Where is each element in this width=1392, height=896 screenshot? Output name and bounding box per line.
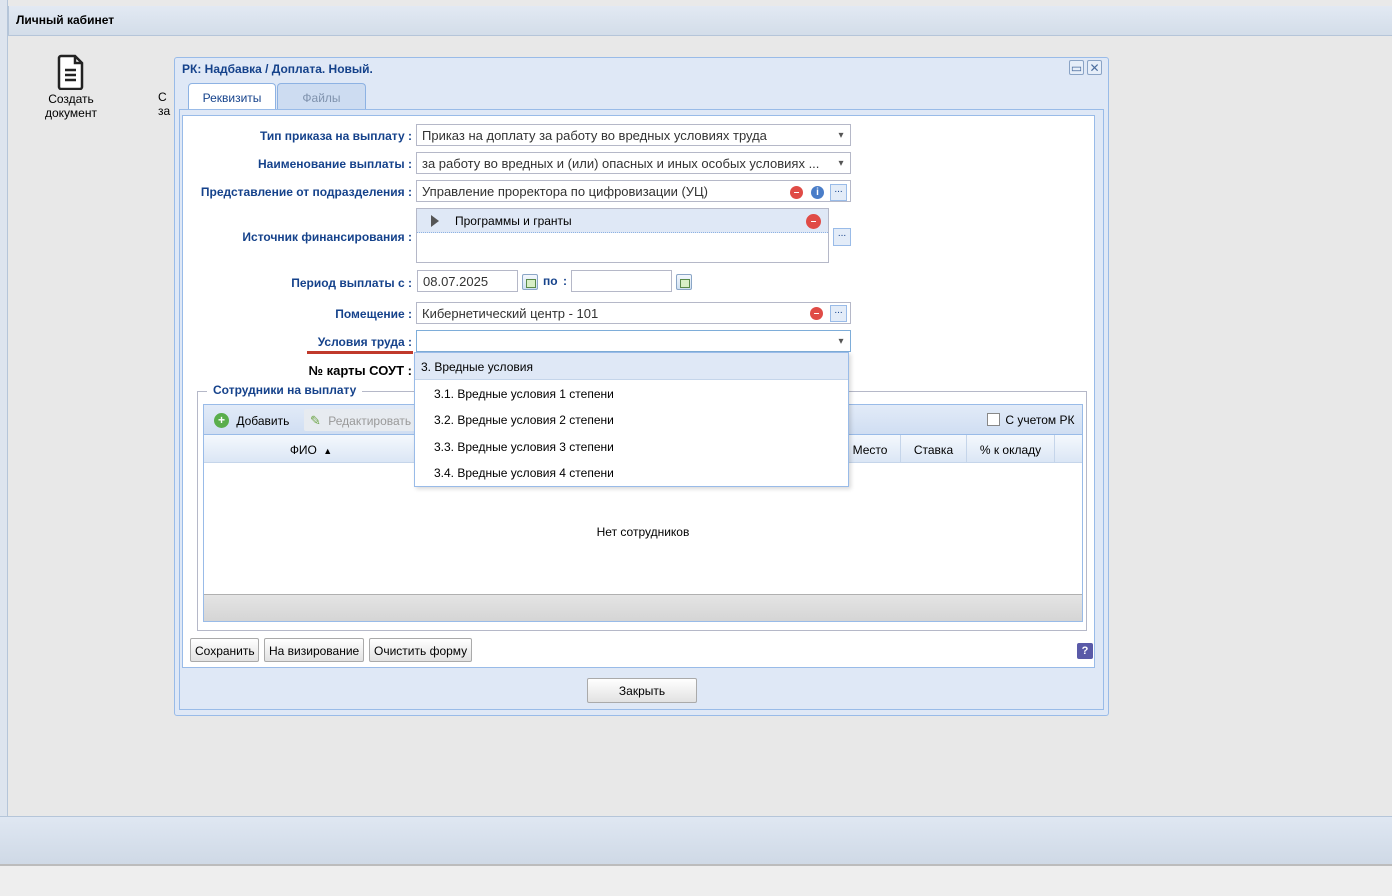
work-conditions-dropdown: 3. Вредные условия 3.1. Вредные условия … (414, 352, 849, 487)
save-button[interactable]: Сохранить (190, 638, 259, 662)
col-extra (1054, 435, 1082, 463)
department-select-button[interactable]: ... (830, 184, 847, 201)
department-label: Представление от подразделения : (200, 185, 412, 199)
sort-asc-icon: ▲ (323, 446, 333, 456)
remove-funding-icon[interactable]: – (806, 214, 821, 229)
second-icon-label-1: С (158, 90, 167, 104)
funding-label: Источник финансирования : (242, 230, 412, 244)
maximize-icon[interactable]: ▭ (1069, 60, 1084, 75)
department-value: Управление проректора по цифровизации (У… (422, 184, 708, 199)
checkbox-icon[interactable] (987, 413, 1000, 427)
chevron-down-icon[interactable]: ▾ (832, 153, 850, 173)
payment-name-combo[interactable]: за работу во вредных и (или) опасных и и… (416, 152, 851, 174)
order-type-value: Приказ на доплату за работу во вредных у… (422, 128, 767, 143)
period-from-field[interactable]: 08.07.2025 (417, 270, 518, 292)
rk-checkbox-label: С учетом РК (1005, 412, 1075, 427)
sout-card-label: № карты СОУТ : (308, 363, 412, 378)
taskbar (0, 816, 1392, 864)
close-button[interactable]: Закрыть (587, 678, 697, 703)
funding-select-button[interactable]: ... (833, 228, 851, 246)
app-header: Личный кабинет (8, 6, 1392, 36)
payment-name-label: Наименование выплаты : (258, 157, 412, 171)
period-to-label: по (543, 274, 558, 288)
order-type-combo[interactable]: Приказ на доплату за работу во вредных у… (416, 124, 851, 146)
calendar-to-icon[interactable] (676, 274, 692, 290)
create-document-label-2: документ (45, 106, 97, 120)
rk-checkbox[interactable]: С учетом РК (987, 412, 1074, 427)
option-harmful-4[interactable]: 3.4. Вредные условия 4 степени (415, 459, 848, 486)
funding-item-label: Программы и гранты (455, 214, 572, 228)
pencil-icon: ✎ (310, 413, 321, 428)
tab-files[interactable]: Файлы (277, 83, 366, 110)
tab-requisites[interactable]: Реквизиты (188, 83, 276, 110)
funding-list[interactable]: Программы и гранты – (416, 208, 829, 263)
period-label: Период выплаты с : (291, 276, 412, 290)
payment-name-value: за работу во вредных и (или) опасных и и… (422, 156, 820, 171)
option-harmful-2[interactable]: 3.2. Вредные условия 2 степени (415, 406, 848, 433)
period-from-value: 08.07.2025 (423, 274, 489, 289)
expand-arrow-icon[interactable] (431, 215, 439, 227)
option-harmful-1[interactable]: 3.1. Вредные условия 1 степени (415, 380, 848, 407)
period-to-colon: : (563, 274, 567, 288)
calendar-from-icon[interactable] (522, 274, 538, 290)
create-document-icon-button[interactable]: Создать документ (40, 54, 102, 120)
chevron-down-icon[interactable]: ▾ (832, 331, 850, 351)
window-title: РК: Надбавка / Доплата. Новый. (182, 62, 373, 76)
clear-form-button[interactable]: Очистить форму (369, 638, 472, 662)
option-harmful[interactable]: 3. Вредные условия (415, 353, 848, 380)
info-icon[interactable]: i (811, 186, 824, 199)
period-to-field[interactable] (571, 270, 672, 292)
chevron-down-icon[interactable]: ▾ (832, 125, 850, 145)
window-titlebar[interactable]: РК: Надбавка / Доплата. Новый. ▭ ✕ (175, 58, 1108, 80)
col-percent[interactable]: % к окладу (966, 435, 1054, 463)
clear-department-icon[interactable]: – (790, 186, 803, 199)
room-select-button[interactable]: ... (830, 305, 847, 322)
add-employee-label: Добавить (236, 413, 290, 428)
work-conditions-label: Условия труда : (317, 335, 412, 349)
funding-row[interactable]: Программы и гранты – (417, 209, 828, 233)
left-border (0, 0, 8, 816)
second-desktop-icon[interactable]: С за (158, 90, 174, 118)
order-type-label: Тип приказа на выплату : (259, 129, 412, 143)
employees-legend: Сотрудники на выплату (207, 383, 363, 397)
grid-footer (204, 594, 1082, 621)
add-employee-button[interactable]: + Добавить (214, 413, 290, 429)
room-value: Кибернетический центр - 101 (422, 306, 599, 321)
close-icon[interactable]: ✕ (1087, 60, 1102, 75)
col-fio-label: ФИО (289, 443, 317, 457)
room-field[interactable]: Кибернетический центр - 101 (416, 302, 851, 324)
status-strip (0, 864, 1392, 896)
col-fio[interactable]: ФИО ▲ (204, 435, 418, 463)
work-conditions-combo[interactable]: ▾ (416, 330, 851, 352)
create-document-label-1: Создать (48, 92, 94, 106)
app-title: Личный кабинет (16, 13, 115, 27)
help-icon[interactable]: ? (1077, 643, 1093, 659)
approve-button[interactable]: На визирование (264, 638, 364, 662)
edit-employee-label: Редактировать (328, 414, 412, 428)
grid-empty-text: Нет сотрудников (596, 525, 690, 539)
add-icon: + (214, 413, 229, 429)
clear-room-icon[interactable]: – (810, 307, 823, 320)
room-label: Помещение : (335, 307, 412, 321)
col-rate[interactable]: Ставка (900, 435, 966, 463)
edit-employee-button[interactable]: ✎ Редактировать (304, 409, 418, 431)
required-underline (307, 351, 413, 354)
department-field[interactable]: Управление проректора по цифровизации (У… (416, 180, 851, 202)
document-icon (55, 54, 87, 91)
second-icon-label-2: за (158, 104, 171, 118)
option-harmful-3[interactable]: 3.3. Вредные условия 3 степени (415, 433, 848, 460)
